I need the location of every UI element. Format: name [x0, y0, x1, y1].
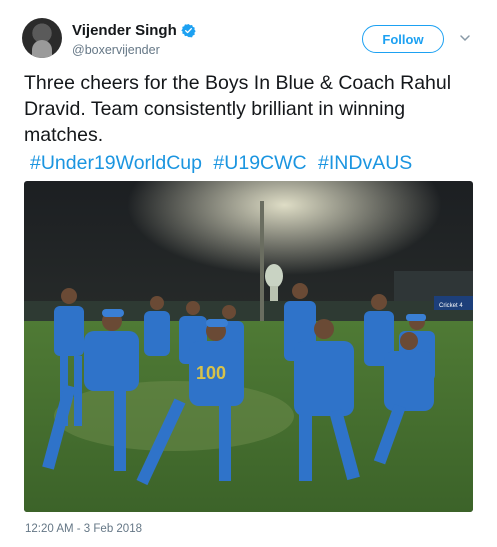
tweet-body: Three cheers for the Boys In Blue & Coac…: [24, 72, 452, 146]
follow-button[interactable]: Follow: [362, 25, 444, 53]
display-name-row: Vijender Singh: [72, 20, 196, 40]
tweet-text: Three cheers for the Boys In Blue & Coac…: [24, 70, 474, 176]
chevron-down-icon[interactable]: [459, 32, 471, 44]
tweet-card: Vijender Singh @boxervijender Follow Thr…: [0, 0, 497, 547]
hashtag-link[interactable]: #INDvAUS: [318, 152, 412, 174]
tweet-timestamp[interactable]: 12:20 AM - 3 Feb 2018: [25, 523, 142, 535]
tweet-header: Vijender Singh @boxervijender Follow: [22, 18, 477, 60]
hashtag-link[interactable]: #Under19WorldCup: [30, 152, 202, 174]
verified-badge-icon: [181, 23, 196, 37]
team-celebration-photo-icon: Cricket 4 100: [24, 181, 473, 512]
board-text: Cricket 4: [439, 303, 463, 309]
hashtag-list: #Under19WorldCup #U19CWC #INDvAUS: [24, 150, 474, 176]
author-handle[interactable]: @boxervijender: [72, 43, 196, 57]
author-names: Vijender Singh @boxervijender: [72, 20, 196, 57]
jersey-number: 100: [196, 363, 226, 383]
avatar[interactable]: [22, 18, 62, 58]
hashtag-link[interactable]: #U19CWC: [213, 152, 306, 174]
tweet-photo[interactable]: Cricket 4 100: [24, 181, 473, 512]
display-name[interactable]: Vijender Singh: [72, 22, 177, 39]
